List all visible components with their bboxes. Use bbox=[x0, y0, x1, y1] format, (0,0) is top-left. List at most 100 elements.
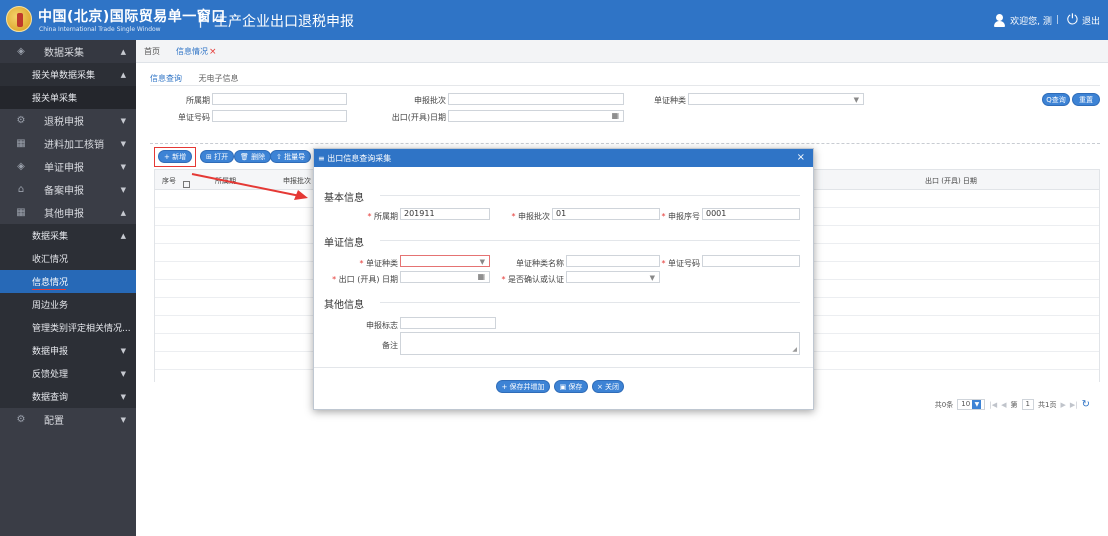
add-button[interactable]: + 新增 bbox=[158, 150, 193, 163]
page-size-select[interactable]: 10 ▼ bbox=[957, 399, 986, 410]
sidebar-item-label: 管理类别评定相关情况... bbox=[32, 324, 131, 334]
remark-textarea[interactable]: ◢ bbox=[400, 332, 800, 355]
welcome-text: 欢迎您, 测 bbox=[1010, 16, 1052, 27]
date-label-text: 出口 (开具) 日期 bbox=[338, 275, 398, 284]
top-header: 中国(北京)国际贸易单一窗口 China International Trade… bbox=[0, 0, 1108, 40]
first-page-icon[interactable]: |◀ bbox=[989, 401, 997, 409]
caret-up-icon: ▲ bbox=[120, 70, 126, 79]
batch-label: * 申报批次 bbox=[511, 212, 550, 221]
period-input[interactable] bbox=[212, 93, 347, 105]
period-label: 所属期 bbox=[186, 96, 210, 105]
sidebar-item-doc-declare[interactable]: ◈ 单证申报 ▼ bbox=[0, 155, 136, 178]
user-area: 欢迎您, 测 | ⏻ 退出 bbox=[993, 12, 1100, 28]
caret-down-icon: ▼ bbox=[120, 369, 126, 378]
batch-label-text: 申报批次 bbox=[518, 212, 550, 221]
seq-label-text: 申报序号 bbox=[668, 212, 700, 221]
refresh-icon[interactable]: ↻ bbox=[1082, 399, 1090, 410]
divider bbox=[380, 302, 800, 303]
sidebar-item-query[interactable]: 数据查询 ▼ bbox=[0, 385, 136, 408]
power-icon[interactable]: ⏻ bbox=[1067, 12, 1078, 28]
sidebar-item-data-declare[interactable]: 数据申报 ▼ bbox=[0, 339, 136, 362]
sidebar-item-customs-collect[interactable]: 报关单采集 bbox=[0, 86, 136, 109]
trash-icon: 🗑 bbox=[240, 152, 252, 161]
batch-label: 申报批次 bbox=[414, 96, 446, 105]
logo-subtitle: China International Trade Single Window bbox=[39, 26, 161, 33]
sidebar-item-processing[interactable]: ▦ 进料加工核销 ▼ bbox=[0, 132, 136, 155]
confirm-select[interactable]: ▼ bbox=[566, 271, 660, 283]
sidebar-item-label: 报关单数据采集 bbox=[32, 71, 96, 81]
flag-input[interactable] bbox=[400, 317, 496, 329]
calendar-icon[interactable]: ▦ bbox=[477, 272, 485, 282]
doc-type-select[interactable]: ▼ bbox=[400, 255, 490, 267]
menu-icon: ≡ bbox=[318, 153, 328, 163]
next-page-icon[interactable]: ▶ bbox=[1060, 401, 1065, 409]
period-label-text: 所属期 bbox=[374, 212, 398, 221]
close-icon[interactable]: × bbox=[797, 152, 805, 163]
sidebar-item-label: 数据查询 bbox=[32, 393, 69, 403]
chevron-down-icon: ▼ bbox=[479, 258, 485, 266]
tab-home[interactable]: 首页 bbox=[144, 46, 160, 57]
sidebar-item-tax-refund[interactable]: ⚙ 退税申报 ▼ bbox=[0, 109, 136, 132]
page-input[interactable]: 1 bbox=[1021, 399, 1034, 410]
sidebar-item-config[interactable]: ⚙ 配置 ▼ bbox=[0, 408, 136, 431]
close-icon[interactable]: × bbox=[209, 47, 217, 57]
doc-type-name-label: 单证种类名称 bbox=[516, 259, 564, 268]
sidebar-item-label: 单证申报 bbox=[44, 163, 84, 174]
sidebar-item-other-collect[interactable]: 数据采集 ▲ bbox=[0, 224, 136, 247]
sidebar-item-data-collection[interactable]: ◈ 数据采集 ▲ bbox=[0, 40, 136, 63]
total-pages: 共1页 bbox=[1038, 400, 1057, 409]
sidebar-item-other[interactable]: ▦ 其他申报 ▲ bbox=[0, 201, 136, 224]
prev-page-icon[interactable]: ◀ bbox=[1001, 401, 1006, 409]
date-label: 出口(开具)日期 bbox=[391, 113, 446, 122]
divider: | bbox=[1055, 15, 1059, 25]
chevron-down-icon: ▼ bbox=[649, 274, 655, 282]
subtab-info-query[interactable]: 信息查询 bbox=[150, 74, 182, 83]
batch-import-button[interactable]: ⇧ 批量导 bbox=[270, 150, 312, 163]
resize-handle-icon[interactable]: ◢ bbox=[792, 346, 797, 353]
sidebar-item-info[interactable]: 信息情况 bbox=[0, 270, 136, 293]
sidebar-item-mgmt[interactable]: 管理类别评定相关情况... bbox=[0, 316, 136, 339]
flag-label: 申报标志 bbox=[366, 321, 398, 330]
sidebar-item-feedback[interactable]: 反馈处理 ▼ bbox=[0, 362, 136, 385]
date-input[interactable]: ▦ bbox=[448, 110, 624, 122]
delete-button[interactable]: 🗑 删除 bbox=[234, 150, 272, 163]
batch-input[interactable] bbox=[448, 93, 624, 105]
last-page-icon[interactable]: ▶| bbox=[1070, 401, 1078, 409]
seq-label: * 申报序号 bbox=[661, 212, 700, 221]
date-input[interactable]: ▦ bbox=[400, 271, 490, 283]
save-button[interactable]: ▣ 保存 bbox=[554, 380, 588, 393]
logout-link[interactable]: 退出 bbox=[1082, 14, 1100, 27]
doc-type-select[interactable]: ▼ bbox=[688, 93, 864, 105]
save-and-add-button[interactable]: + 保存并增加 bbox=[496, 380, 550, 393]
query-button[interactable]: Q查询 bbox=[1042, 93, 1070, 106]
open-button[interactable]: ⊞ 打开 bbox=[200, 150, 235, 163]
seq-input[interactable]: 0001 bbox=[702, 208, 800, 220]
caret-down-icon: ▼ bbox=[120, 116, 126, 125]
sidebar-item-record[interactable]: ⌂ 备案申报 ▼ bbox=[0, 178, 136, 201]
open-label: 打开 bbox=[214, 152, 229, 161]
x-icon: × bbox=[596, 382, 606, 391]
tab-info[interactable]: 信息情况× bbox=[176, 46, 217, 57]
calendar-icon[interactable]: ▦ bbox=[611, 111, 619, 121]
close-button[interactable]: × 关闭 bbox=[592, 380, 624, 393]
delete-label: 删除 bbox=[251, 152, 266, 161]
doc-no-input[interactable] bbox=[702, 255, 800, 267]
divider bbox=[150, 85, 1100, 86]
doc-no-input[interactable] bbox=[212, 110, 347, 122]
building-icon: ⌂ bbox=[17, 184, 25, 195]
sidebar-item-fx[interactable]: 收汇情况 bbox=[0, 247, 136, 270]
subtab-no-electronic[interactable]: 无电子信息 bbox=[199, 74, 239, 83]
remark-label: 备注 bbox=[382, 341, 398, 350]
sidebar-item-peripheral[interactable]: 周边业务 bbox=[0, 293, 136, 316]
period-input[interactable]: 201911 bbox=[400, 208, 490, 220]
layers-icon: ◈ bbox=[17, 161, 25, 172]
sidebar-item-label: 报关单采集 bbox=[32, 94, 78, 104]
sidebar-item-label: 备案申报 bbox=[44, 186, 84, 197]
annotation-arrow bbox=[191, 173, 308, 200]
doc-type-label: 单证种类 bbox=[654, 96, 686, 105]
reset-button[interactable]: 重置 bbox=[1072, 93, 1100, 106]
sidebar-item-customs-data[interactable]: 报关单数据采集 ▲ bbox=[0, 63, 136, 86]
doc-type-label-text: 单证种类 bbox=[366, 259, 398, 268]
open-icon: ⊞ bbox=[206, 152, 215, 161]
sidebar-item-label: 数据采集 bbox=[44, 48, 84, 59]
